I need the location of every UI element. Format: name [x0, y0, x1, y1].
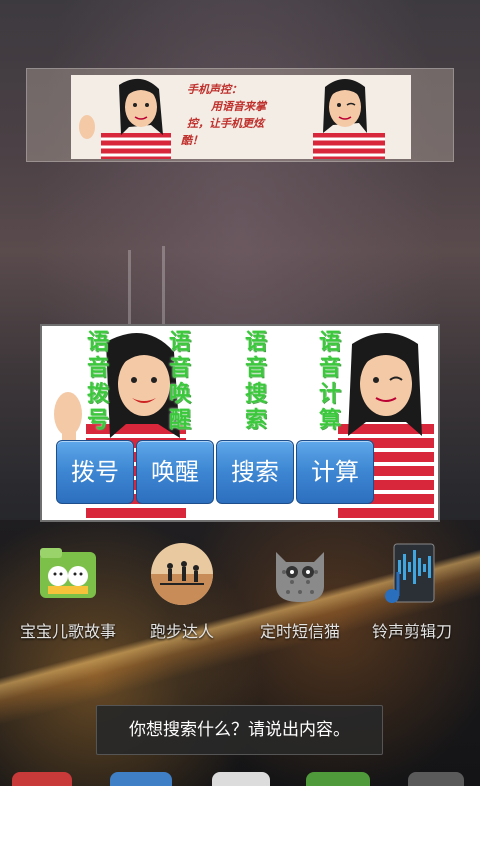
vchar: 音	[168, 356, 191, 381]
app-label: 跑步达人	[149, 622, 214, 641]
voice-calc-text: 语 音 计 算	[312, 330, 348, 434]
banner-line: 控，让手机更炫	[187, 117, 264, 130]
banner-line: 用语音来掌	[211, 100, 266, 113]
voice-control-banner[interactable]: 手机声控： 用语音来掌 控，让手机更炫 酷！	[26, 68, 454, 162]
vchar: 索	[244, 408, 267, 433]
voice-wake-text: 语 音 唤 醒	[162, 330, 198, 434]
girl-illustration	[313, 79, 385, 159]
vchar: 语	[86, 330, 109, 355]
kids-songs-icon	[36, 542, 100, 606]
vchar: 唤	[168, 382, 191, 407]
voice-search-text: 语 音 搜 索	[238, 330, 274, 434]
vchar: 语	[244, 330, 267, 355]
app-kids-songs[interactable]: 宝宝儿歌故事	[8, 542, 128, 642]
banner-text: 手机声控： 用语音来掌 控，让手机更炫 酷！	[181, 81, 311, 153]
banner-line: 酷！	[181, 134, 203, 147]
voice-control-widget: 语 音 拨 号 语 音 唤 醒 语 音 搜 索 语 音 计 算 拨号 唤醒 搜索…	[40, 324, 440, 522]
calculate-button[interactable]: 计算	[296, 440, 374, 504]
dock-phone-icon[interactable]	[12, 772, 72, 786]
app-label: 定时短信猫	[259, 622, 340, 641]
voice-toast: 你想搜索什么？请说出内容。	[96, 705, 383, 755]
dock-apps-icon[interactable]	[212, 772, 270, 786]
search-button[interactable]: 搜索	[216, 440, 294, 504]
banner-image: 手机声控： 用语音来掌 控，让手机更炫 酷！	[71, 75, 411, 159]
vchar: 拨	[86, 382, 109, 407]
ringtone-cutter-icon	[380, 542, 444, 606]
vchar: 音	[318, 356, 341, 381]
dial-button[interactable]: 拨号	[56, 440, 134, 504]
voice-button-row: 拨号 唤醒 搜索 计算	[56, 440, 376, 506]
vchar: 醒	[168, 408, 191, 433]
app-sms-cat[interactable]: 定时短信猫	[240, 542, 360, 642]
dock-messages-icon[interactable]	[306, 772, 370, 786]
app-ringtone-cutter[interactable]: 铃声剪辑刀	[352, 542, 472, 642]
vchar: 搜	[244, 382, 267, 407]
wake-button[interactable]: 唤醒	[136, 440, 214, 504]
vchar: 音	[244, 356, 267, 381]
app-label: 铃声剪辑刀	[371, 622, 452, 641]
home-screen: 手机声控： 用语音来掌 控，让手机更炫 酷！ 语 音 拨 号 语 音 唤 醒 语…	[0, 0, 480, 786]
banner-line: 手机声控：	[187, 83, 242, 96]
sms-cat-icon	[268, 542, 332, 606]
girl-illustration	[79, 78, 171, 159]
running-icon	[150, 542, 214, 606]
voice-dial-text: 语 音 拨 号	[80, 330, 116, 434]
app-running[interactable]: 跑步达人	[122, 542, 242, 642]
dock-contacts-icon[interactable]	[110, 772, 172, 786]
app-label: 宝宝儿歌故事	[19, 622, 116, 641]
vchar: 号	[86, 408, 109, 433]
vchar: 语	[318, 330, 341, 355]
vchar: 音	[86, 356, 109, 381]
vchar: 语	[168, 330, 191, 355]
vchar: 计	[318, 382, 341, 407]
dock-browser-icon[interactable]	[408, 772, 464, 786]
vchar: 算	[318, 408, 341, 433]
